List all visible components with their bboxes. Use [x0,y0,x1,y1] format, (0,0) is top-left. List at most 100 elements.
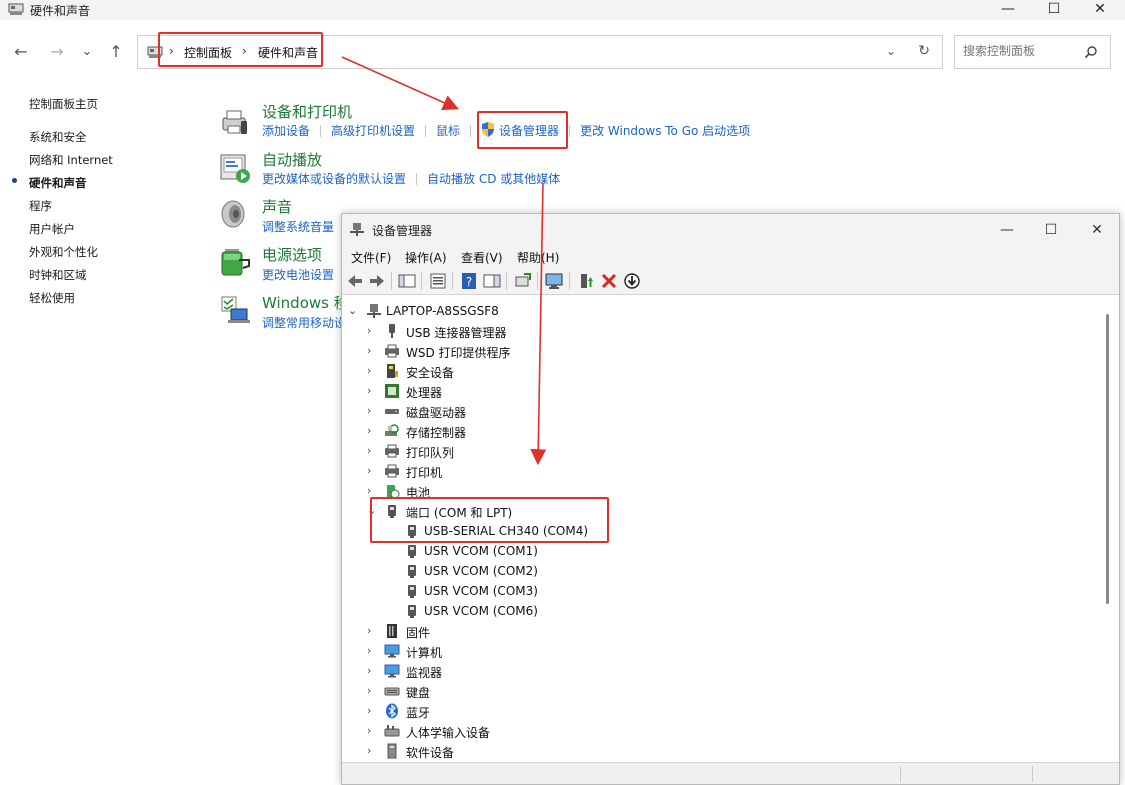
category-windows-mobility[interactable]: Windows 移 [262,292,349,313]
expand-collapsed-icon[interactable]: › [367,384,379,398]
forward-arrow-icon[interactable] [368,272,386,290]
expand-collapsed-icon[interactable]: › [367,324,379,338]
port-com3[interactable]: USR VCOM (COM3) [404,581,704,601]
minimize-button[interactable]: — [985,0,1031,20]
back-arrow-icon[interactable] [346,272,364,290]
expand-collapsed-icon[interactable]: › [367,744,379,758]
port-com1[interactable]: USR VCOM (COM1) [404,541,704,561]
expand-collapsed-icon[interactable]: › [367,704,379,718]
link-add-device[interactable]: 添加设备 [262,122,310,139]
recent-locations-button[interactable]: ⌄ [77,42,97,62]
port-com6[interactable]: USR VCOM (COM6) [404,601,704,621]
tree-item[interactable]: › 打印机 [367,461,667,481]
tree-item[interactable]: › 软件设备 [367,741,667,760]
tree-item[interactable]: › 固件 [367,621,667,641]
link-advanced-printer-settings[interactable]: 高级打印机设置 [331,122,415,139]
dm-maximize-button[interactable]: ☐ [1031,219,1071,241]
uninstall-device-icon[interactable] [600,272,618,290]
left-nav-user-accounts[interactable]: 用户帐户 [29,221,75,237]
expand-collapsed-icon[interactable]: › [367,664,379,678]
menu-file[interactable]: 文件(F) [351,249,391,266]
expand-collapsed-icon[interactable]: › [367,444,379,458]
port-label: USR VCOM (COM2) [424,564,538,578]
tree-item[interactable]: › 计算机 [367,641,667,661]
expand-collapsed-icon[interactable]: › [367,404,379,418]
close-button[interactable]: ✕ [1077,0,1123,20]
console-tree-icon[interactable] [398,272,416,290]
expand-collapsed-icon[interactable]: › [367,644,379,658]
back-button[interactable]: ← [11,42,31,62]
dm-minimize-button[interactable]: — [987,219,1027,241]
properties-icon[interactable] [429,272,447,290]
category-sound[interactable]: 声音 [262,196,292,217]
category-autoplay[interactable]: 自动播放 [262,149,322,170]
action-pane-icon[interactable] [483,272,501,290]
forward-button[interactable]: → [47,42,67,62]
refresh-icon[interactable]: ↻ [918,43,930,59]
link-adjust-mobile-settings[interactable]: 调整常用移动设 [262,314,346,331]
expand-collapsed-icon[interactable]: › [367,364,379,378]
tree-scrollbar[interactable] [1106,314,1109,604]
tree-item[interactable]: › 处理器 [367,381,667,401]
update-driver-icon[interactable] [514,272,532,290]
menu-view[interactable]: 查看(V) [461,249,503,266]
help-icon[interactable]: ? [460,272,478,290]
link-adjust-volume[interactable]: 调整系统音量 [262,218,334,235]
tree-item[interactable]: › WSD 打印提供程序 [367,341,667,361]
battery-power-icon[interactable] [219,246,251,278]
tree-root[interactable]: ⌄ LAPTOP-A8SSGSF8 [348,301,648,321]
expand-collapsed-icon[interactable]: › [367,684,379,698]
left-nav-hardware-sound[interactable]: 硬件和声音 [29,175,87,191]
autoplay-icon[interactable] [219,152,251,184]
tree-item-label: 人体学输入设备 [406,726,491,740]
expand-collapsed-icon[interactable]: › [367,484,379,498]
expand-collapsed-icon[interactable]: › [367,464,379,478]
search-input[interactable] [963,44,1083,58]
toolbar-separator [421,272,422,290]
wsd-printer-icon [385,344,399,358]
up-button[interactable]: ↑ [106,42,126,62]
expand-collapsed-icon[interactable]: › [367,424,379,438]
tree-item[interactable]: › 安全设备 [367,361,667,381]
printer-icon[interactable] [219,106,251,138]
left-nav-clock-region[interactable]: 时钟和区域 [29,267,87,283]
left-nav-network[interactable]: 网络和 Internet [29,152,113,168]
left-nav-programs[interactable]: 程序 [29,198,52,214]
left-nav-ease-of-access[interactable]: 轻松使用 [29,290,75,306]
tree-item[interactable]: › 磁盘驱动器 [367,401,667,421]
search-icon[interactable] [1084,45,1098,59]
expand-collapsed-icon[interactable]: › [367,724,379,738]
port-com2[interactable]: USR VCOM (COM2) [404,561,704,581]
speaker-icon[interactable] [219,198,251,230]
tree-item[interactable]: › 蓝牙 [367,701,667,721]
left-nav-appearance[interactable]: 外观和个性化 [29,244,98,260]
link-mouse[interactable]: 鼠标 [436,122,460,139]
menu-action[interactable]: 操作(A) [405,249,447,266]
disable-device-icon[interactable] [623,272,641,290]
expand-collapsed-icon[interactable]: › [367,624,379,638]
maximize-button[interactable]: ☐ [1031,0,1077,20]
address-dropdown-icon[interactable]: ⌄ [886,44,896,58]
expand-open-icon[interactable]: ⌄ [348,304,360,318]
search-box[interactable] [954,35,1111,69]
tree-item[interactable]: › 监视器 [367,661,667,681]
left-nav-home[interactable]: 控制面板主页 [29,96,98,112]
link-change-media-defaults[interactable]: 更改媒体或设备的默认设置 [262,170,406,187]
dm-close-button[interactable]: ✕ [1077,219,1117,241]
tree-item[interactable]: › 人体学输入设备 [367,721,667,741]
tree-item[interactable]: › 存储控制器 [367,421,667,441]
expand-collapsed-icon[interactable]: › [367,344,379,358]
link-autoplay-cd[interactable]: 自动播放 CD 或其他媒体 [427,170,560,187]
menu-help[interactable]: 帮助(H) [517,249,559,266]
tree-item[interactable]: › 键盘 [367,681,667,701]
category-devices-printers[interactable]: 设备和打印机 [262,101,352,122]
enable-device-icon[interactable] [577,272,595,290]
scan-hardware-icon[interactable] [545,272,563,290]
mobility-center-icon[interactable] [219,294,251,326]
link-change-battery-settings[interactable]: 更改电池设置 [262,266,334,283]
tree-item[interactable]: › 打印队列 [367,441,667,461]
category-power-options[interactable]: 电源选项 [262,244,322,265]
left-nav-system-security[interactable]: 系统和安全 [29,129,87,145]
tree-item[interactable]: › USB 连接器管理器 [367,321,667,341]
link-windows-to-go[interactable]: 更改 Windows To Go 启动选项 [580,122,750,139]
